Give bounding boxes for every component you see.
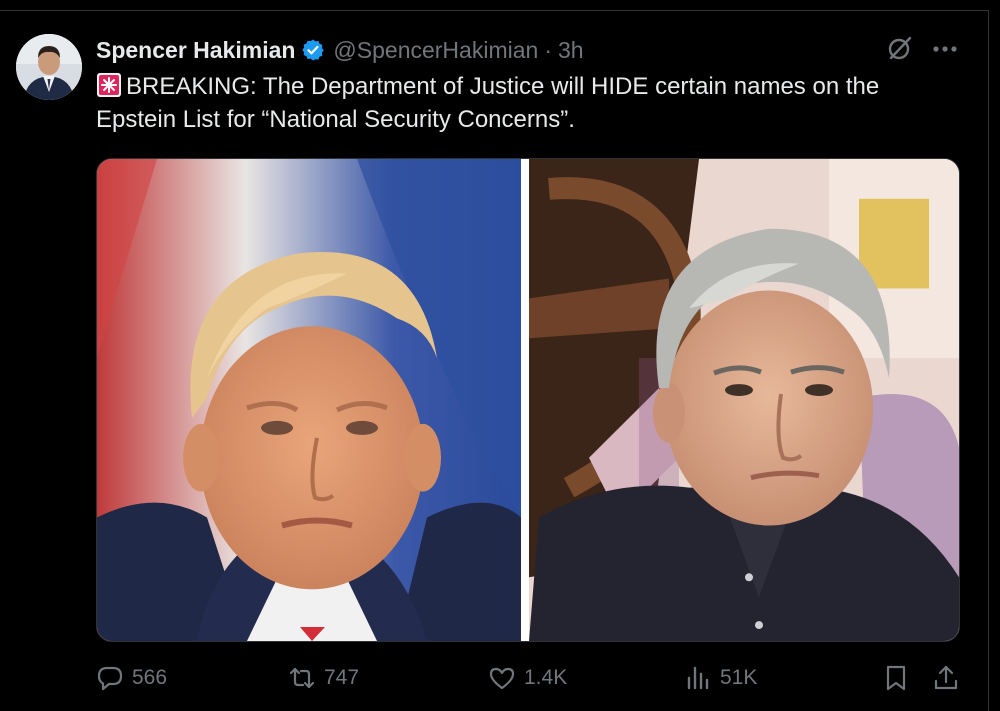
views-icon <box>684 664 712 692</box>
photo-left[interactable] <box>97 159 521 641</box>
top-divider <box>0 10 988 11</box>
post-time[interactable]: 3h <box>558 37 584 64</box>
right-divider <box>988 10 989 711</box>
reply-count: 566 <box>132 666 168 689</box>
photo-right[interactable] <box>529 159 959 641</box>
like-count: 1.4K <box>524 666 568 689</box>
tweet-frame: Spencer Hakimian @SpencerHakimian · 3h B… <box>0 0 1000 711</box>
separator-dot: · <box>544 36 552 63</box>
post-header: Spencer Hakimian @SpencerHakimian · 3h <box>96 34 584 66</box>
grok-icon[interactable] <box>886 34 914 62</box>
bookmark-icon <box>882 664 910 692</box>
post-text: BREAKING: The Department of Justice will… <box>96 70 956 136</box>
author-name[interactable]: Spencer Hakimian <box>96 37 295 64</box>
post-media[interactable] <box>96 158 960 642</box>
post-text-line1: BREAKING: The Department of Justice will… <box>126 73 880 100</box>
heart-icon <box>488 664 516 692</box>
views-button[interactable]: 51K <box>684 660 757 696</box>
rotating-light-icon <box>96 72 122 98</box>
more-icon[interactable] <box>930 38 960 60</box>
reply-button[interactable]: 566 <box>96 660 167 696</box>
action-bar: 566 747 1.4K 51K <box>96 660 960 696</box>
verified-badge-icon <box>301 38 325 62</box>
author-handle[interactable]: @SpencerHakimian <box>333 37 538 64</box>
bookmark-button[interactable] <box>882 660 910 696</box>
share-button[interactable] <box>932 660 960 696</box>
like-button[interactable]: 1.4K <box>488 660 567 696</box>
share-icon <box>932 664 960 692</box>
repost-icon <box>288 664 316 692</box>
avatar[interactable] <box>16 34 82 100</box>
views-count: 51K <box>720 666 758 689</box>
repost-button[interactable]: 747 <box>288 660 359 696</box>
post-text-line2: Epstein List for “National Security Conc… <box>96 106 575 133</box>
reply-icon <box>96 664 124 692</box>
repost-count: 747 <box>324 666 360 689</box>
